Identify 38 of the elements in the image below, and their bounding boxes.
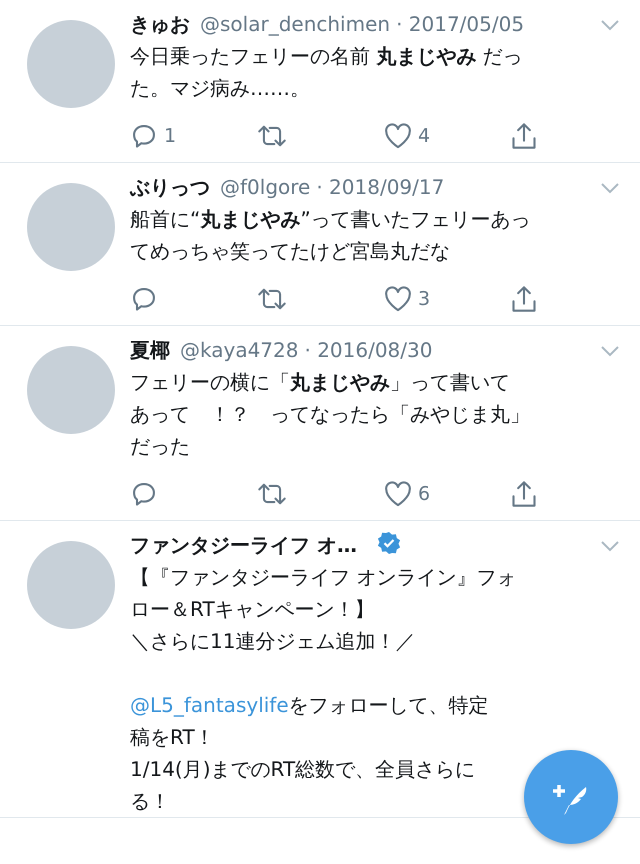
- user-name[interactable]: きゅお: [130, 10, 190, 38]
- user-handle[interactable]: @f0lgore: [220, 175, 310, 199]
- reply-icon[interactable]: [130, 480, 158, 508]
- tweet-text-line: る！: [130, 788, 170, 815]
- user-name[interactable]: ぶりっつ: [130, 174, 210, 200]
- tweet-text-line: てめっちゃ笑ってたけど宮島丸だな: [130, 238, 450, 265]
- tweet-text-line: フェリーの横に「丸まじやみ」って書いて: [130, 369, 510, 396]
- tweet-text-line: ＼さらに11連分ジェム追加！／: [130, 628, 416, 655]
- tweet-text-line: 船首に“丸まじやみ”って書いたフェリーあっ: [130, 206, 531, 233]
- heart-icon[interactable]: [384, 481, 412, 507]
- like-count: 4: [418, 125, 430, 147]
- share-icon[interactable]: [511, 122, 537, 150]
- tweet-text-line: 1/14(月)までのRT総数で、全員さらに: [130, 756, 476, 783]
- tweet-date: · 2017/05/05: [396, 12, 524, 36]
- user-name[interactable]: ファンタジーライフ オ…: [130, 532, 357, 558]
- heart-icon[interactable]: [384, 123, 412, 149]
- compose-tweet-button[interactable]: [524, 750, 618, 844]
- tweet-text-line: あって ！？ ってなったら「みやじま丸」: [130, 401, 530, 428]
- user-handle[interactable]: @solar_denchimen: [200, 12, 390, 36]
- share-icon[interactable]: [511, 480, 537, 508]
- tweet-text-line: @L5_fantasylifeをフォローして、特定: [130, 692, 489, 719]
- share-icon[interactable]: [511, 285, 537, 313]
- heart-icon[interactable]: [384, 286, 412, 312]
- tweet-text-line: 稿をRT！: [130, 724, 215, 751]
- tweet-date: · 2018/09/17: [316, 175, 444, 199]
- reply-icon[interactable]: [130, 122, 158, 150]
- like-count: 6: [418, 483, 430, 505]
- tweet-date: · 2016/08/30: [304, 338, 432, 362]
- tweet-text-line: 今日乗ったフェリーの名前 丸まじやみ だっ: [130, 43, 523, 70]
- tweet-text-line: 【『ファンタジーライフ オンライン』フォ: [130, 564, 516, 591]
- reply-icon[interactable]: [130, 285, 158, 313]
- tweet-text-line: ロー＆RTキャンペーン！】: [130, 596, 375, 623]
- reply-count: 1: [164, 125, 176, 147]
- user-handle[interactable]: @kaya4728: [180, 338, 298, 362]
- like-count: 3: [418, 288, 430, 310]
- tweet-text-line: た。マジ病み……。: [130, 75, 310, 102]
- user-name[interactable]: 夏椰: [130, 336, 170, 364]
- tweet-text-line: だった: [130, 433, 190, 460]
